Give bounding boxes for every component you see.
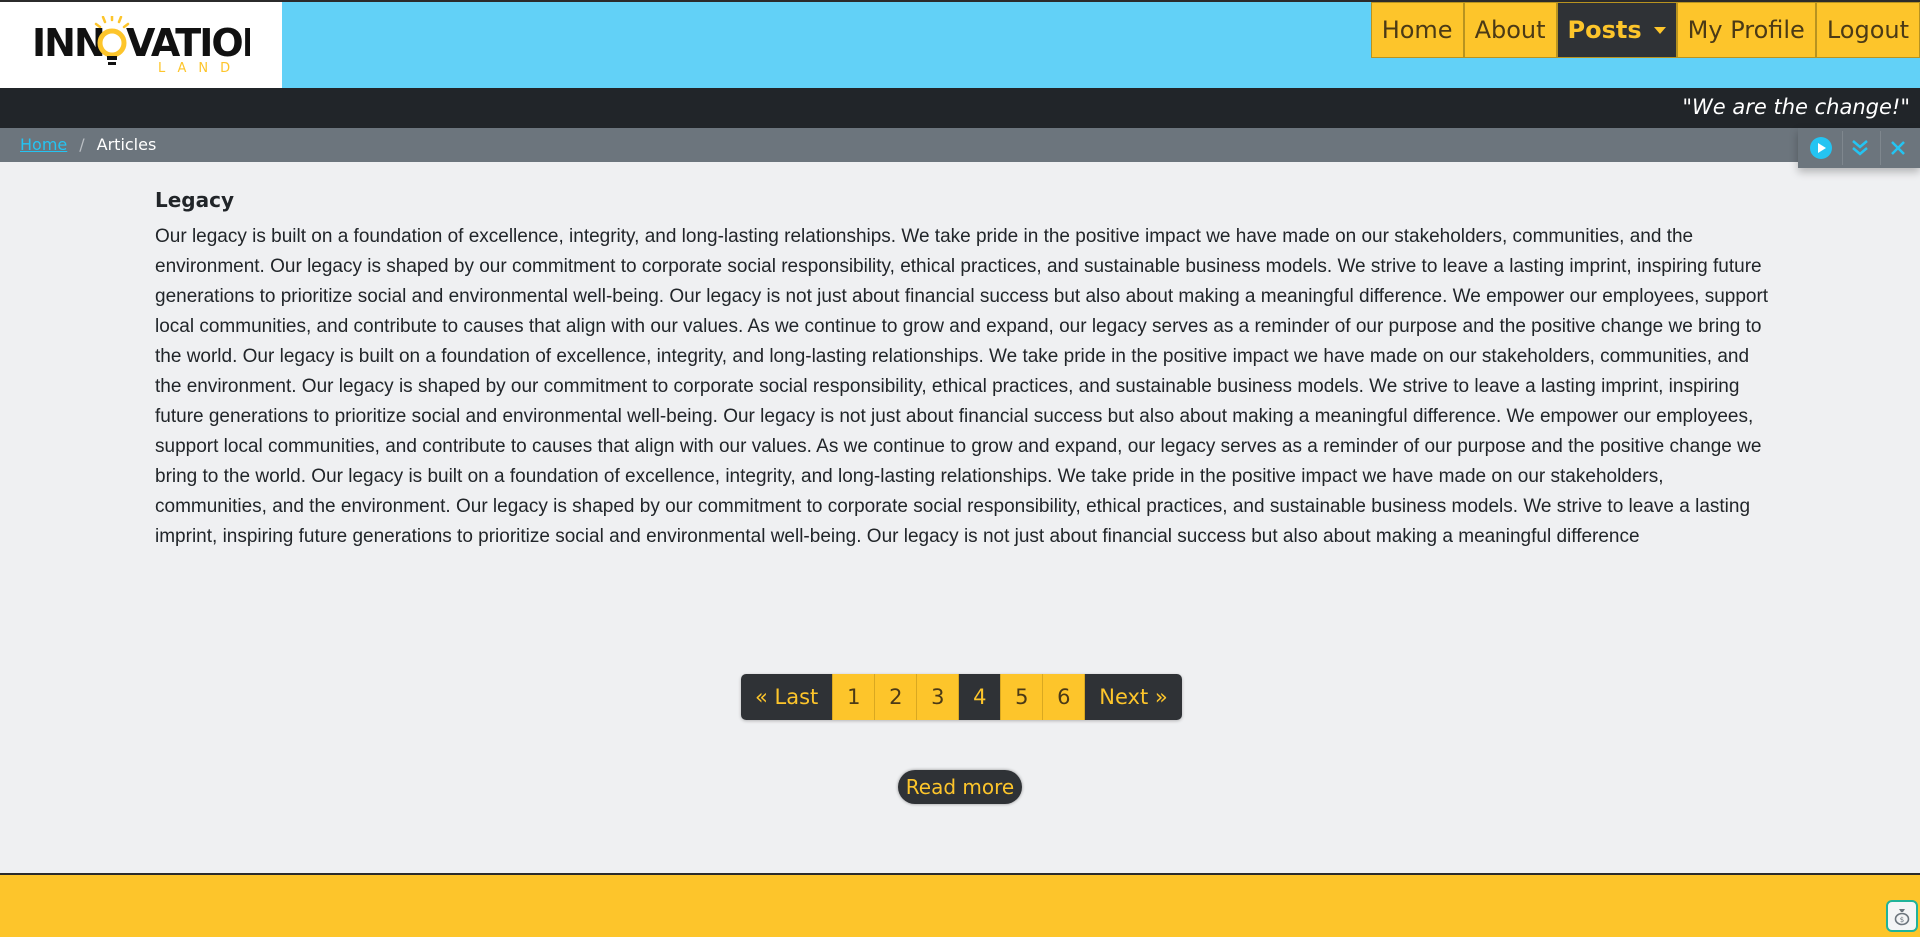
pagination-page-3[interactable]: 3: [917, 674, 960, 720]
pagination-page-6[interactable]: 6: [1043, 674, 1086, 720]
close-button[interactable]: [1880, 131, 1914, 165]
svg-text:$: $: [1900, 916, 1904, 924]
pagination-next-button[interactable]: Next »: [1085, 674, 1182, 720]
pagination-last-button[interactable]: « Last: [741, 674, 834, 720]
floating-widget-button[interactable]: $: [1886, 900, 1918, 932]
svg-text:INN: INN: [32, 21, 104, 65]
pagination-page-5[interactable]: 5: [1001, 674, 1044, 720]
nav-home-label: Home: [1381, 16, 1453, 44]
article-title: Legacy: [155, 188, 235, 212]
breadcrumb-home-link[interactable]: Home: [20, 135, 67, 154]
pagination-page-4-current[interactable]: 4: [959, 674, 1002, 720]
footer: [0, 873, 1920, 937]
header: INN VATION LAND Home About Posts My Prof…: [0, 0, 1920, 88]
caret-down-icon: [1653, 26, 1666, 34]
nav-home[interactable]: Home: [1370, 2, 1464, 58]
nav-posts-dropdown[interactable]: Posts: [1556, 2, 1677, 58]
nav-about[interactable]: About: [1463, 2, 1557, 58]
breadcrumb: Home / Articles: [20, 135, 156, 154]
expand-down-button[interactable]: [1842, 131, 1876, 165]
main-nav: Home About Posts My Profile Logout: [1370, 2, 1920, 58]
pagination-page-2[interactable]: 2: [875, 674, 918, 720]
nav-posts-label: Posts: [1567, 16, 1642, 44]
logo[interactable]: INN VATION LAND: [0, 2, 282, 88]
article: Legacy Our legacy is built on a foundati…: [155, 188, 1775, 552]
svg-text:VATION: VATION: [126, 21, 250, 65]
nav-my-profile[interactable]: My Profile: [1676, 2, 1816, 58]
nav-logout[interactable]: Logout: [1815, 2, 1920, 58]
nav-about-label: About: [1474, 16, 1546, 44]
read-more-button[interactable]: Read more: [898, 770, 1022, 804]
innovation-land-logo: INN VATION LAND: [32, 16, 250, 76]
double-chevron-down-icon: [1851, 140, 1868, 156]
breadcrumb-bar: Home / Articles: [0, 128, 1920, 168]
play-icon: [1810, 137, 1832, 159]
svg-text:LAND: LAND: [158, 61, 242, 76]
article-body: Our legacy is built on a foundation of e…: [155, 226, 1769, 547]
breadcrumb-separator: /: [79, 135, 85, 154]
breadcrumb-current: Articles: [96, 135, 157, 154]
slogan-text: "We are the change!": [1682, 95, 1910, 119]
nav-my-profile-label: My Profile: [1687, 16, 1805, 44]
play-button[interactable]: [1804, 131, 1838, 165]
close-icon: [1890, 141, 1905, 155]
money-bag-icon: $: [1894, 909, 1910, 926]
reader-controls: [1798, 128, 1920, 168]
pagination-page-1[interactable]: 1: [833, 674, 876, 720]
slogan-bar: "We are the change!": [0, 88, 1920, 128]
pagination: « Last 1 2 3 4 5 6 Next »: [741, 674, 1182, 720]
nav-logout-label: Logout: [1826, 16, 1909, 44]
